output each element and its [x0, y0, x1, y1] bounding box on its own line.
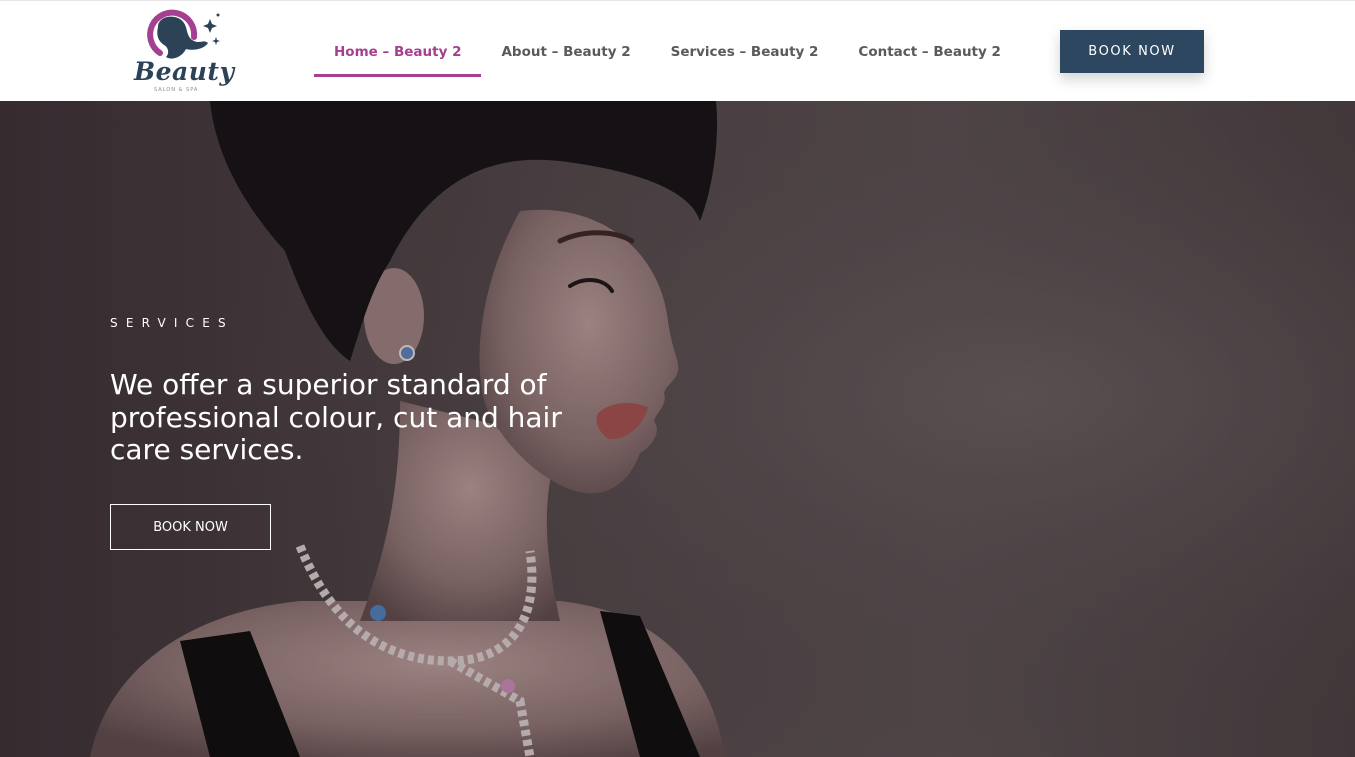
nav-item-contact[interactable]: Contact – Beauty 2 [838, 32, 1020, 77]
main-nav: Home – Beauty 2 About – Beauty 2 Service… [314, 32, 1021, 77]
logo[interactable]: Beauty SALON & SPA [128, 7, 234, 99]
header-book-now-button[interactable]: BOOK NOW [1060, 30, 1204, 73]
site-header: Beauty SALON & SPA Home – Beauty 2 About… [0, 1, 1355, 101]
hero-heading: We offer a superior standard of professi… [110, 368, 562, 466]
hero-book-now-button[interactable]: BOOK NOW [110, 504, 271, 550]
page: Beauty SALON & SPA Home – Beauty 2 About… [0, 0, 1355, 757]
nav-item-home[interactable]: Home – Beauty 2 [314, 32, 482, 77]
logo-wordmark: Beauty [134, 57, 235, 86]
logo-tagline: SALON & SPA [154, 87, 199, 93]
nav-item-services[interactable]: Services – Beauty 2 [651, 32, 839, 77]
hero-kicker: SERVICES [110, 316, 234, 330]
nav-item-about[interactable]: About – Beauty 2 [481, 32, 650, 77]
hero-section: SERVICES We offer a superior standard of… [0, 101, 1355, 757]
